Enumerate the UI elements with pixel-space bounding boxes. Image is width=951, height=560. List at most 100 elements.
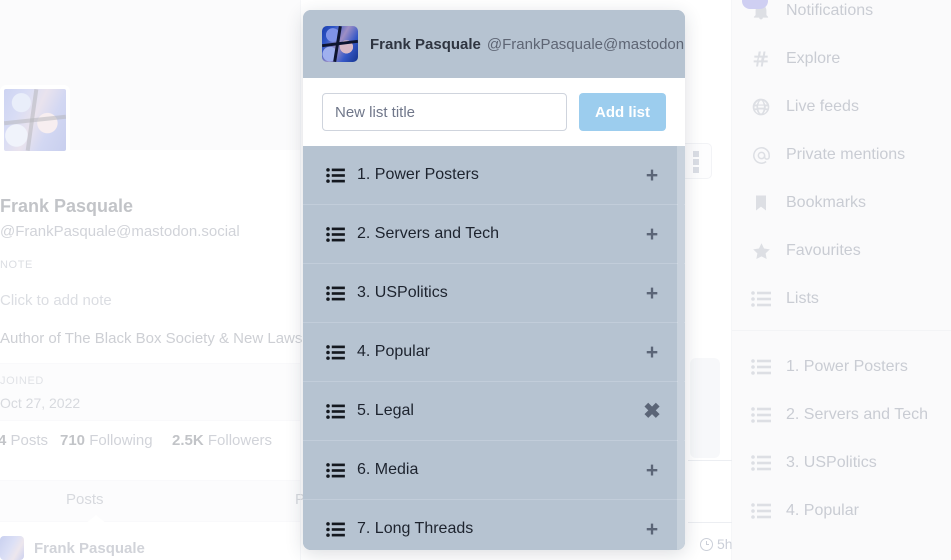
add-list-button[interactable]: Add list [579,93,666,131]
sidebar-item-private-mentions[interactable]: Private mentions [750,141,950,169]
sidebar-list-label: 4. Popular [786,502,859,519]
bookmark-icon [750,192,772,214]
sidebar-list-label: 1. Power Posters [786,358,908,375]
at-icon [750,144,772,166]
lists-container[interactable]: 1. Power Posters + 2. Servers and Tech +… [303,146,685,550]
kebab-dot-icon [693,151,699,157]
add-to-list-icon[interactable]: + [641,282,663,304]
modal-header: Frank Pasquale @FrankPasquale@mastodon.s… [303,10,685,78]
list-icon [750,452,772,474]
add-to-list-icon[interactable]: + [641,164,663,186]
list-row[interactable]: 1. Power Posters + [303,146,685,205]
sidebar-list-label: 2. Servers and Tech [786,406,929,423]
new-list-title-input[interactable] [322,93,567,131]
modal-scrollbar-thumb[interactable] [678,150,684,480]
remove-from-list-icon[interactable]: ✖ [641,400,663,422]
sidebar-item-lists[interactable]: Lists [750,285,950,313]
sidebar-item-favourites[interactable]: Favourites [750,237,950,265]
app-root: Frank Pasquale @FrankPasquale@mastodon.s… [0,0,951,560]
modal-account-handle: @FrankPasquale@mastodon.s... [486,35,685,53]
sidebar-item-live-feeds[interactable]: Live feeds [750,93,950,121]
sidebar-list-item-3[interactable]: 3. USPolitics [750,449,950,477]
tab-posts[interactable]: Posts [66,491,104,508]
add-to-list-icon[interactable]: + [641,459,663,481]
sidebar-list-item-2[interactable]: 2. Servers and Tech [750,401,950,429]
list-icon [750,404,772,426]
profile-joined-label: JOINED [0,375,44,387]
notifications-badge [742,0,768,9]
list-row-label: 4. Popular [357,343,430,360]
navigation-sidebar: Notifications Explore Live feeds Private… [731,0,951,560]
sidebar-item-label: Lists [786,290,819,307]
following-count[interactable]: 710 Following [60,432,153,449]
modal-account-name: Frank Pasquale [370,35,481,53]
profile-note-placeholder[interactable]: Click to add note [0,292,112,309]
add-to-list-icon[interactable]: + [641,223,663,245]
kebab-dot-icon [693,159,699,165]
kebab-dot-icon [693,167,699,173]
list-icon [325,521,345,537]
profile-note-label: NOTE [0,259,33,271]
list-icon [750,500,772,522]
sidebar-item-label: Bookmarks [786,194,867,211]
sidebar-item-label: Explore [786,50,841,67]
list-icon [325,462,345,478]
add-to-list-icon[interactable]: + [641,518,663,540]
profile-joined-date: Oct 27, 2022 [0,395,81,411]
list-icon [325,167,345,183]
sidebar-divider [732,330,951,331]
post-author-avatar [0,536,24,560]
new-list-form: Add list [303,78,685,146]
sidebar-item-notifications[interactable]: Notifications [750,0,950,25]
tab-active-caret [85,515,107,524]
posts-count[interactable]: 4 Posts [0,432,48,449]
list-row[interactable]: 7. Long Threads + [303,500,685,550]
profile-handle: @FrankPasquale@mastodon.social [0,223,240,240]
sidebar-item-bookmarks[interactable]: Bookmarks [750,189,950,217]
list-icon [750,288,772,310]
account-avatar [322,26,358,62]
profile-column: Frank Pasquale @FrankPasquale@mastodon.s… [0,0,359,560]
list-row-label: 2. Servers and Tech [357,225,500,242]
background-card [690,358,720,458]
followers-count[interactable]: 2.5K Followers [172,432,272,449]
sidebar-item-label: Private mentions [786,146,906,163]
list-icon [325,403,345,419]
column-separator [300,0,301,560]
list-icon [325,226,345,242]
feed-divider [688,460,732,461]
list-row[interactable]: 2. Servers and Tech + [303,205,685,264]
add-to-list-modal: Frank Pasquale @FrankPasquale@mastodon.s… [303,10,685,550]
add-to-list-icon[interactable]: + [641,341,663,363]
clock-icon [700,537,713,551]
post-timestamp: 5h [700,536,733,552]
list-icon [325,344,345,360]
globe-icon [750,96,772,118]
list-row-label: 3. USPolitics [357,284,448,301]
profile-tabbar [0,480,300,522]
profile-joined-strip [0,363,300,421]
profile-display-name: Frank Pasquale [0,196,134,216]
star-icon [750,240,772,262]
post-author-name: Frank Pasquale [34,540,145,557]
list-icon [325,285,345,301]
list-row[interactable]: 6. Media + [303,441,685,500]
sidebar-list-label: 3. USPolitics [786,454,877,471]
sidebar-list-item-4[interactable]: 4. Popular [750,497,950,525]
profile-avatar [0,85,70,155]
feed-divider [688,522,732,523]
sidebar-item-label: Favourites [786,242,861,259]
list-row-label: 5. Legal [357,402,414,419]
list-row-label: 6. Media [357,461,419,478]
list-row[interactable]: 4. Popular + [303,323,685,382]
list-icon [750,356,772,378]
sidebar-list-item-1[interactable]: 1. Power Posters [750,353,950,381]
hash-icon [750,48,772,70]
sidebar-item-label: Notifications [786,2,874,19]
sidebar-item-label: Live feeds [786,98,859,115]
list-row-label: 1. Power Posters [357,166,479,183]
sidebar-item-explore[interactable]: Explore [750,45,950,73]
list-row[interactable]: 5. Legal ✖ [303,382,685,441]
list-row[interactable]: 3. USPolitics + [303,264,685,323]
profile-counts: 4 Posts 710 Following 2.5K Followers [0,432,300,474]
